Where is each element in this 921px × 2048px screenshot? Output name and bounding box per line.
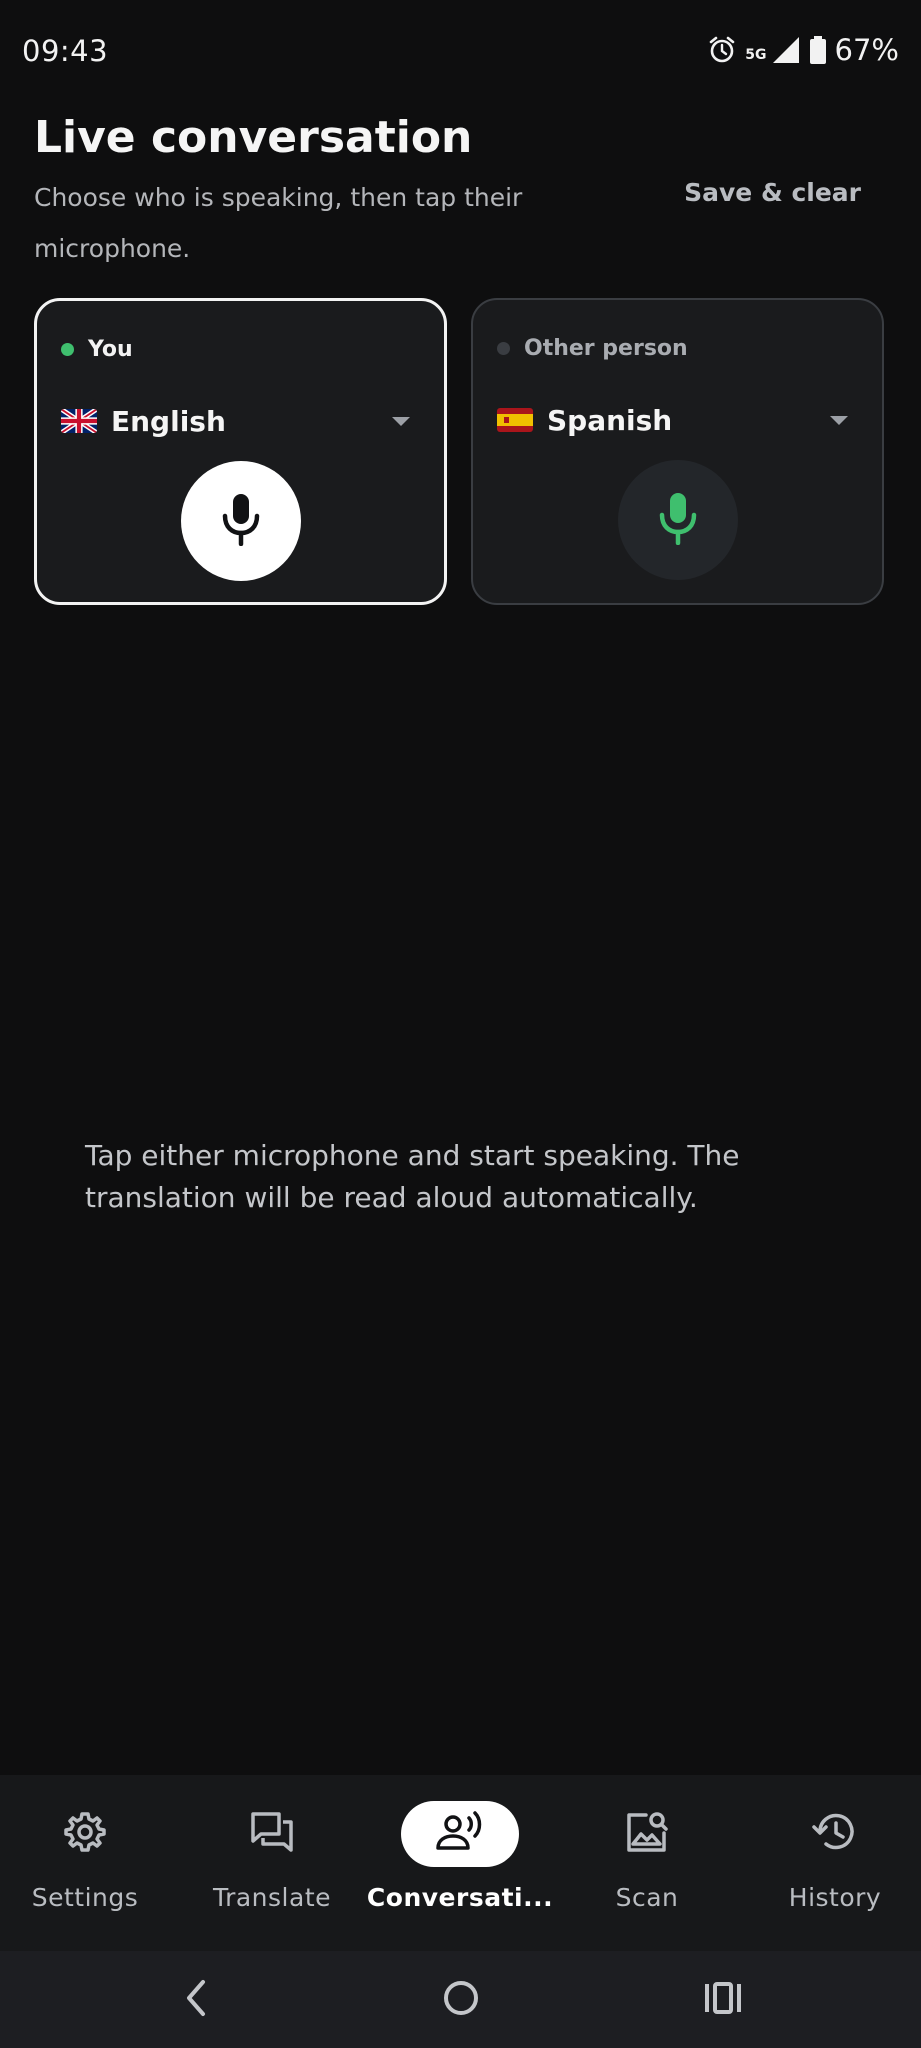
signal-icon — [771, 35, 801, 65]
nav-item-history[interactable]: History — [743, 1801, 921, 1931]
back-icon — [181, 1978, 211, 2022]
nav-item-translate[interactable]: Translate — [180, 1801, 364, 1931]
nav-label-scan: Scan — [615, 1883, 679, 1912]
nav-item-conversation[interactable]: Conversati... — [366, 1801, 554, 1931]
recents-icon — [703, 1978, 743, 2022]
speaker-label-other: Other person — [524, 336, 688, 361]
nav-item-settings[interactable]: Settings — [0, 1801, 177, 1931]
chevron-down-icon — [830, 415, 848, 425]
nav-icon-container — [776, 1801, 894, 1867]
speaking-person-icon — [435, 1810, 485, 1858]
microphone-icon — [656, 491, 700, 549]
home-icon — [441, 1978, 481, 2022]
nav-item-scan[interactable]: Scan — [555, 1801, 739, 1931]
gear-icon — [63, 1810, 107, 1858]
microphone-icon — [219, 492, 263, 550]
nav-label-settings: Settings — [31, 1883, 139, 1912]
image-search-icon — [624, 1809, 670, 1859]
speaker-card-other[interactable]: Other person Spanish — [471, 298, 884, 605]
inactive-status-dot — [497, 342, 510, 355]
back-button[interactable] — [173, 1977, 219, 2023]
nav-icon-container-active — [401, 1801, 519, 1867]
microphone-button-other[interactable] — [617, 460, 738, 580]
nav-icon-container — [213, 1801, 331, 1867]
nav-icon-container — [26, 1801, 144, 1867]
bottom-navigation: Settings Translate Conversati... Scan Hi… — [0, 1775, 921, 1951]
speaker-label-row: You — [61, 337, 133, 362]
nav-label-history: History — [788, 1883, 882, 1912]
speaker-card-you[interactable]: You English — [34, 298, 447, 605]
page-title: Live conversation — [34, 112, 473, 163]
uk-flag-icon — [61, 409, 97, 433]
language-name-other: Spanish — [547, 403, 673, 437]
status-icons: 5G 67% — [707, 30, 899, 70]
microphone-button-you[interactable] — [180, 461, 301, 581]
battery-percent: 67% — [834, 33, 899, 67]
speaker-label-you: You — [88, 337, 133, 362]
page-subtitle: Choose who is speaking, then tap their m… — [34, 183, 523, 263]
system-navigation-bar — [0, 1951, 921, 2048]
nav-label-conversation: Conversati... — [366, 1883, 554, 1912]
empty-state-hint: Tap either microphone and start speaking… — [85, 1139, 740, 1214]
chat-bubbles-icon — [249, 1810, 295, 1858]
network-type: 5G — [745, 47, 767, 63]
chevron-down-icon — [392, 416, 410, 426]
status-time: 09:43 — [22, 34, 109, 68]
nav-icon-container — [588, 1801, 706, 1867]
language-name-you: English — [111, 404, 226, 438]
battery-icon — [809, 35, 827, 65]
nav-label-translate: Translate — [212, 1883, 331, 1912]
spain-flag-icon — [497, 408, 533, 432]
home-button[interactable] — [438, 1977, 484, 2023]
recents-button[interactable] — [700, 1977, 746, 2023]
history-icon — [812, 1810, 858, 1858]
active-status-dot — [61, 343, 74, 356]
speaker-label-row: Other person — [497, 336, 688, 361]
save-clear-button[interactable]: Save & clear — [684, 174, 861, 211]
alarm-icon — [707, 35, 737, 65]
language-select-other[interactable]: Spanish — [497, 400, 848, 440]
status-bar: 09:43 5G 67% — [0, 0, 921, 108]
language-select-you[interactable]: English — [61, 401, 410, 441]
